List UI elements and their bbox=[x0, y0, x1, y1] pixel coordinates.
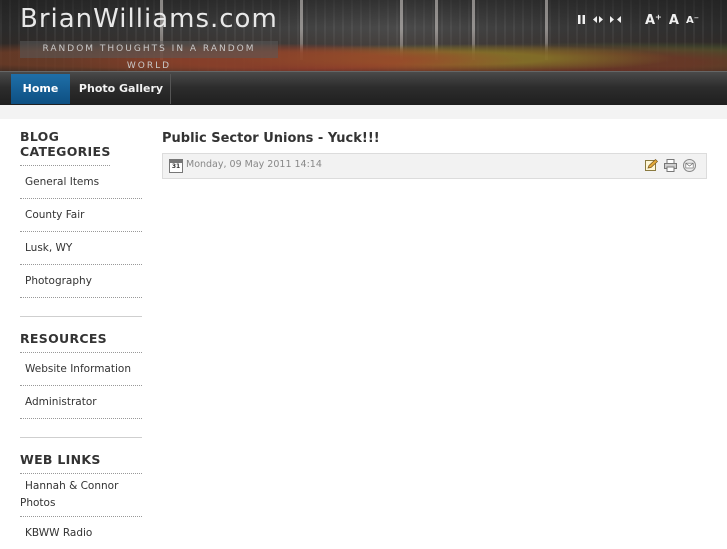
sidebar-item-kbww-radio[interactable]: KBWW Radio bbox=[20, 517, 142, 549]
main-content: Public Sector Unions - Yuck!!! 31 Monday… bbox=[162, 119, 707, 179]
web-links-list: Hannah & Connor Photos KBWW Radio bbox=[20, 474, 142, 549]
font-decrease-button[interactable]: A⁻ bbox=[686, 15, 699, 26]
next-icon[interactable] bbox=[609, 14, 621, 27]
sidebar-heading-resources: RESOURCES bbox=[20, 317, 142, 353]
article-date: Monday, 09 May 2011 14:14 bbox=[186, 159, 322, 170]
sidebar-divider bbox=[20, 419, 142, 438]
sidebar-heading-web-links: WEB LINKS bbox=[20, 438, 142, 474]
prev-icon[interactable] bbox=[592, 14, 603, 27]
article-meta-bar: 31 Monday, 09 May 2011 14:14 bbox=[162, 153, 707, 179]
blog-categories-list: General Items County Fair Lusk, WY Photo… bbox=[20, 166, 142, 298]
edit-icon[interactable] bbox=[645, 159, 658, 172]
article-title[interactable]: Public Sector Unions - Yuck!!! bbox=[162, 131, 707, 146]
site-header: BrianWilliams.com RANDOM THOUGHTS IN A R… bbox=[0, 0, 727, 71]
content-top-bar bbox=[0, 105, 727, 119]
nav-item-home[interactable]: Home bbox=[11, 74, 70, 104]
site-tagline: RANDOM THOUGHTS IN A RANDOM WORLD bbox=[20, 41, 278, 71]
sidebar-heading-blog-categories: BLOG CATEGORIES bbox=[20, 119, 110, 166]
sidebar-item-hannah-connor-photos[interactable]: Hannah & Connor Photos bbox=[20, 474, 142, 517]
sidebar-divider bbox=[20, 298, 142, 317]
calendar-icon: 31 bbox=[169, 159, 183, 173]
site-title[interactable]: BrianWilliams.com bbox=[20, 4, 278, 34]
font-increase-button[interactable]: A⁺ bbox=[645, 13, 662, 28]
font-reset-button[interactable]: A bbox=[669, 13, 679, 28]
nav-item-photo-gallery[interactable]: Photo Gallery bbox=[72, 74, 171, 104]
sidebar-item-lusk-wy[interactable]: Lusk, WY bbox=[20, 232, 142, 265]
print-icon[interactable] bbox=[664, 159, 677, 172]
header-controls: A⁺ A A⁻ bbox=[577, 13, 699, 28]
sidebar-item-county-fair[interactable]: County Fair bbox=[20, 199, 142, 232]
main-nav: Home Photo Gallery bbox=[0, 71, 727, 105]
email-icon[interactable] bbox=[683, 159, 696, 172]
article-actions bbox=[645, 159, 696, 172]
pause-icon[interactable] bbox=[577, 14, 586, 27]
sidebar-item-website-information[interactable]: Website Information bbox=[20, 353, 142, 386]
sidebar: BLOG CATEGORIES General Items County Fai… bbox=[20, 119, 142, 549]
resources-list: Website Information Administrator bbox=[20, 353, 142, 419]
sidebar-item-photography[interactable]: Photography bbox=[20, 265, 142, 298]
sidebar-item-general-items[interactable]: General Items bbox=[20, 166, 142, 199]
sidebar-item-administrator[interactable]: Administrator bbox=[20, 386, 142, 419]
